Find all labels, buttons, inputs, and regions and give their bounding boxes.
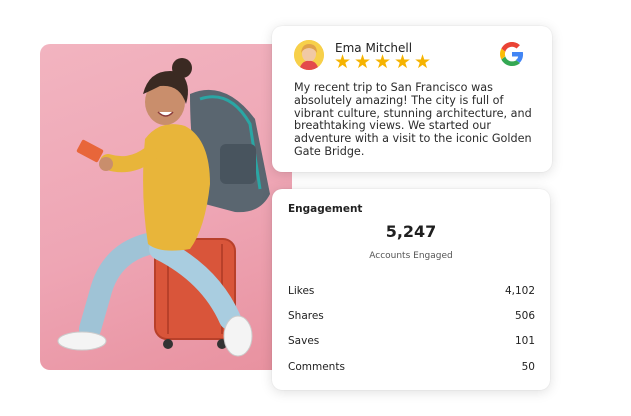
metric-row-comments: Comments 50 [288,361,535,373]
stage: Ema Mitchell ★ ★ ★ ★ ★ My recent trip to… [0,0,631,416]
star-icon: ★ [354,52,372,73]
metric-row-shares: Shares 506 [288,310,535,322]
metric-value: 101 [514,335,535,347]
metric-value: 4,102 [504,285,535,297]
star-icon: ★ [394,52,412,73]
star-icon: ★ [334,52,352,73]
engagement-title: Engagement [288,203,363,215]
traveler-photo [40,44,292,370]
traveler-illustration [57,58,270,357]
metric-row-saves: Saves 101 [288,335,535,347]
star-icon: ★ [414,52,432,73]
star-rating: ★ ★ ★ ★ ★ [334,52,432,73]
metric-label: Comments [288,361,345,373]
metric-label: Saves [288,335,320,347]
metric-value: 506 [514,310,535,322]
engagement-total-label: Accounts Engaged [369,251,453,261]
star-icon: ★ [374,52,392,73]
metric-row-likes: Likes 4,102 [288,285,535,297]
engagement-total: 5,247 [385,222,437,241]
review-text: My recent trip to San Francisco was abso… [294,81,532,158]
google-icon [500,42,524,66]
metric-label: Likes [288,285,315,297]
review-card: Ema Mitchell ★ ★ ★ ★ ★ My recent trip to… [272,26,552,172]
metric-value: 50 [521,361,535,373]
avatar [294,40,324,70]
engagement-card: Engagement 5,247 Accounts Engaged Likes … [272,189,550,390]
metric-label: Shares [288,310,324,322]
